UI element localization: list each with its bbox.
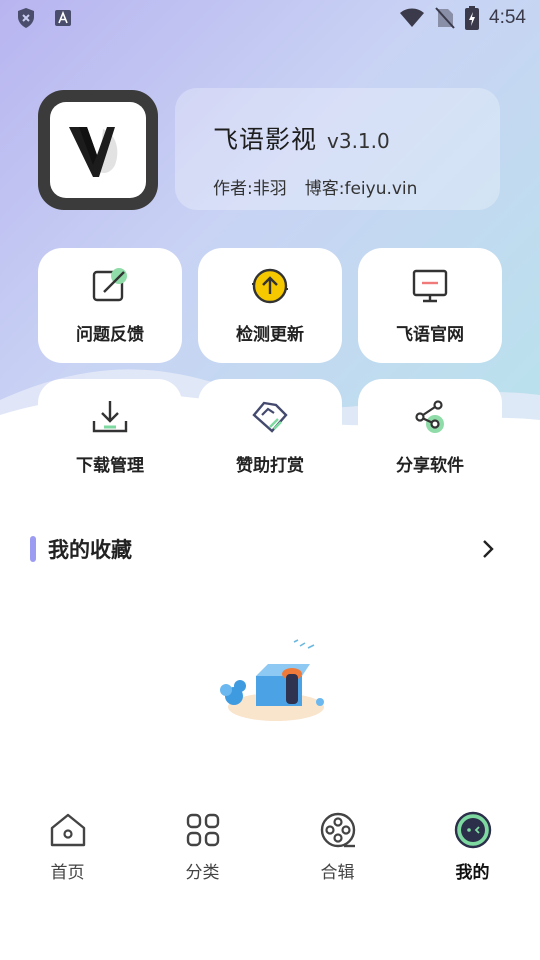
app-logo: [38, 90, 158, 210]
feedback-icon: [92, 268, 127, 302]
blog-link[interactable]: 博客:feiyu.vin: [305, 174, 418, 199]
favorites-title: 我的收藏: [48, 538, 132, 562]
sponsor-button[interactable]: 赞助打赏: [198, 379, 342, 494]
status-bar: 4:54: [0, 0, 540, 36]
profile-icon: [454, 811, 491, 849]
website-button[interactable]: 飞语官网: [358, 248, 502, 363]
font-icon: [55, 10, 71, 26]
download-manager-button[interactable]: 下载管理: [38, 379, 182, 494]
nav-home-label: 首页: [50, 863, 85, 883]
sponsor-label: 赞助打赏: [236, 456, 304, 476]
nav-profile[interactable]: 我的: [405, 800, 540, 900]
nav-category-label: 分类: [185, 863, 220, 883]
section-accent-bar: [30, 536, 36, 562]
status-time: 4:54: [489, 7, 526, 28]
nav-profile-label: 我的: [455, 863, 490, 883]
shield-icon: [18, 8, 34, 28]
sponsor-icon: [252, 401, 288, 433]
update-icon: [252, 268, 288, 304]
nav-collection-label: 合辑: [320, 863, 355, 883]
bottom-nav: 首页 分类 合辑 我的: [0, 800, 540, 900]
category-icon: [186, 813, 219, 847]
download-icon: [92, 401, 128, 433]
website-icon: [412, 269, 448, 303]
nav-collection[interactable]: 合辑: [270, 800, 405, 900]
download-manager-label: 下载管理: [76, 456, 144, 476]
feedback-label: 问题反馈: [76, 325, 144, 345]
feedback-button[interactable]: 问题反馈: [38, 248, 182, 363]
action-grid: 问题反馈 检测更新 飞语官网 下载管理 赞助打赏 分享软件: [38, 248, 502, 494]
share-label: 分享软件: [396, 456, 464, 476]
share-button[interactable]: 分享软件: [358, 379, 502, 494]
chevron-right-icon[interactable]: [476, 537, 500, 561]
app-name: 飞语影视: [213, 125, 318, 154]
share-icon: [415, 400, 444, 433]
home-icon: [50, 813, 85, 847]
nav-home[interactable]: 首页: [0, 800, 135, 900]
favorites-header[interactable]: 我的收藏: [30, 534, 500, 564]
app-info-card: 飞语影视 v3.1.0 作者:非羽 博客:feiyu.vin: [175, 88, 500, 210]
nav-category[interactable]: 分类: [135, 800, 270, 900]
no-sim-icon: [435, 7, 455, 29]
check-update-label: 检测更新: [236, 325, 304, 345]
check-update-button[interactable]: 检测更新: [198, 248, 342, 363]
wifi-icon: [400, 8, 425, 27]
author-label: 作者:非羽: [213, 179, 287, 199]
app-version: v3.1.0: [327, 129, 390, 153]
collection-icon: [320, 812, 355, 848]
app-logo-mark: [69, 127, 118, 177]
battery-icon: [465, 6, 480, 30]
empty-state-illustration: [220, 639, 324, 721]
website-label: 飞语官网: [396, 325, 464, 345]
